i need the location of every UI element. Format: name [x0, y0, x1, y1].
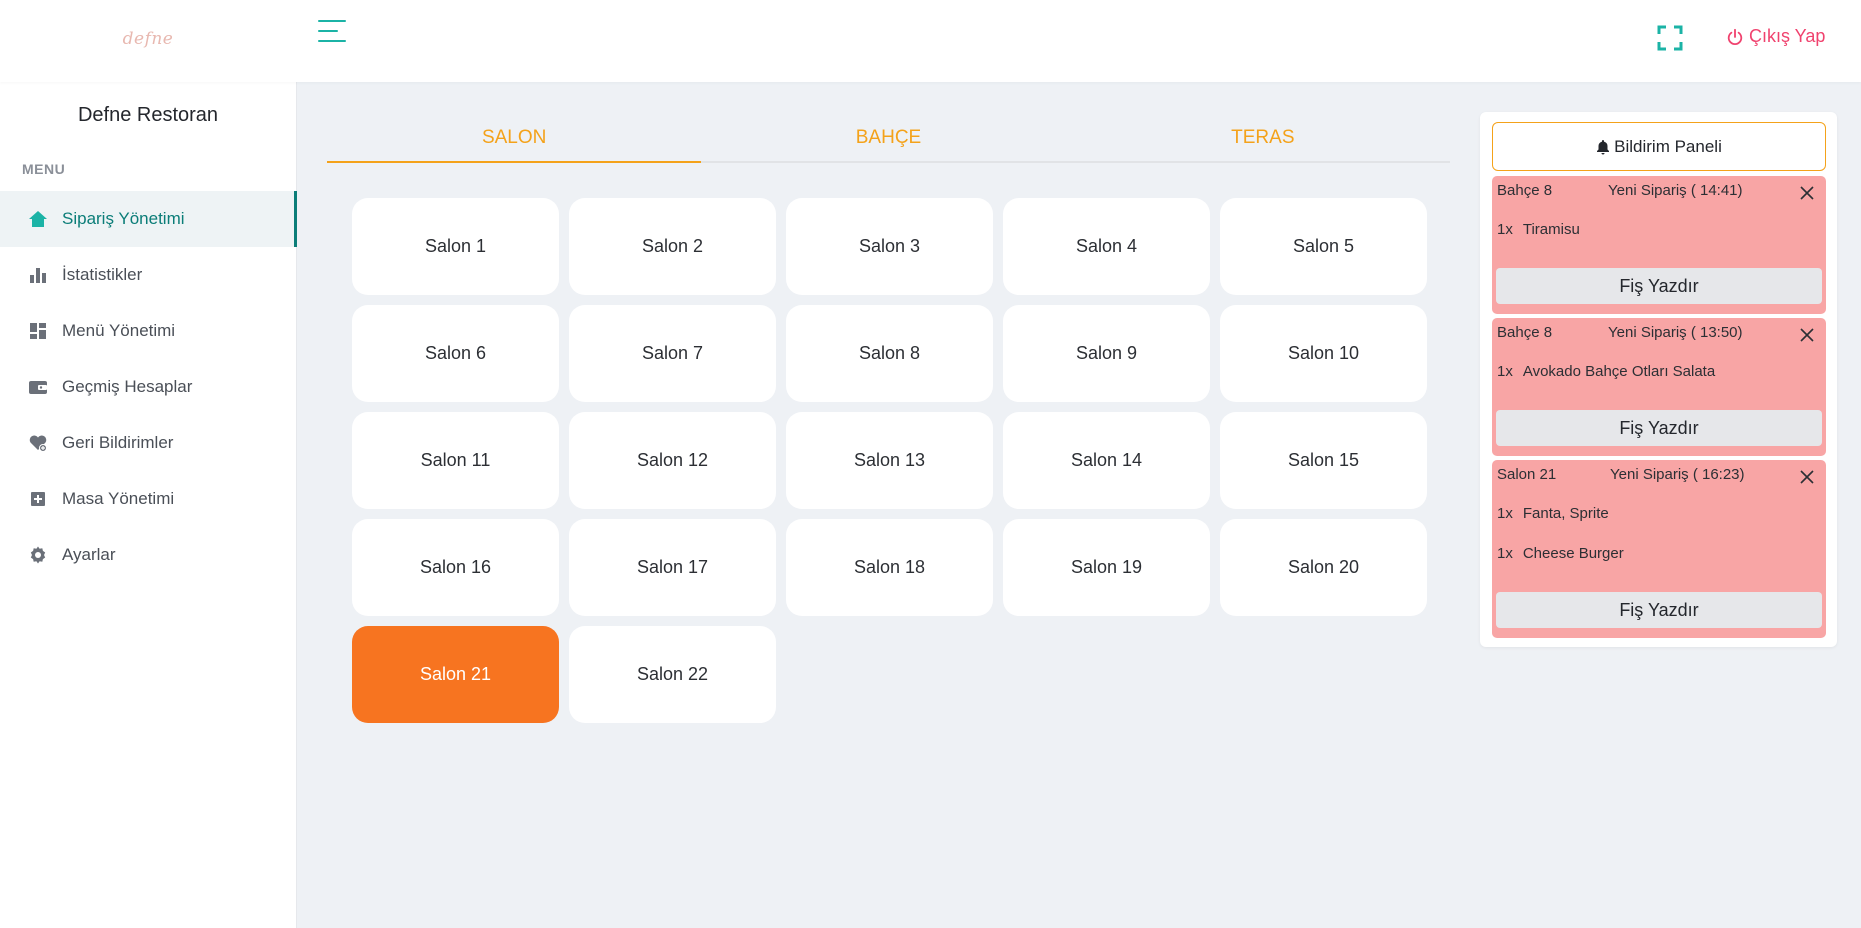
notification-card: Bahçe 8 Yeni Sipariş ( 13:50) 1x Avokado …: [1492, 318, 1826, 456]
wallet-icon: [28, 377, 48, 397]
notification-panel-title: Bildirim Paneli: [1614, 136, 1722, 156]
sidebar-item-menu-management[interactable]: Menü Yönetimi: [0, 303, 296, 359]
table-card[interactable]: Salon 3: [786, 198, 993, 295]
top-bar: defne Çıkış Yap: [0, 0, 1861, 82]
table-card[interactable]: Salon 22: [569, 626, 776, 723]
order-item-qty: 1x: [1497, 545, 1513, 562]
heart-icon: [28, 433, 48, 453]
table-card[interactable]: Salon 2: [569, 198, 776, 295]
plus-square-icon: [28, 489, 48, 509]
print-receipt-button[interactable]: Fiş Yazdır: [1496, 268, 1822, 304]
close-icon[interactable]: [1798, 468, 1816, 486]
notification-status: Yeni Sipariş ( 13:50): [1608, 324, 1743, 341]
sidebar-item-label: Geri Bildirimler: [62, 433, 174, 452]
table-card[interactable]: Salon 4: [1003, 198, 1210, 295]
notification-panel-header[interactable]: Bildirim Paneli: [1492, 122, 1826, 171]
table-card[interactable]: Salon 13: [786, 412, 993, 509]
table-card[interactable]: Salon 15: [1220, 412, 1427, 509]
menu-section-label: MENU: [22, 161, 66, 177]
tab-teras[interactable]: TERAS: [1076, 115, 1450, 161]
table-card[interactable]: Salon 6: [352, 305, 559, 402]
notification-table: Salon 21: [1497, 466, 1557, 483]
order-item-qty: 1x: [1497, 221, 1513, 238]
dashboard-icon: [28, 321, 48, 341]
table-card[interactable]: Salon 11: [352, 412, 559, 509]
sidebar-item-feedback[interactable]: Geri Bildirimler: [0, 415, 296, 471]
sidebar-item-label: Ayarlar: [62, 545, 116, 564]
close-icon[interactable]: [1798, 326, 1816, 344]
sidebar-item-settings[interactable]: Ayarlar: [0, 527, 296, 583]
hamburger-menu-icon[interactable]: [318, 20, 346, 46]
order-item: 1x Tiramisu: [1492, 210, 1826, 250]
table-card[interactable]: Salon 14: [1003, 412, 1210, 509]
table-card[interactable]: Salon 8: [786, 305, 993, 402]
notification-panel: Bildirim Paneli Bahçe 8 Yeni Sipariş ( 1…: [1480, 112, 1837, 647]
gear-icon: [28, 545, 48, 565]
bell-icon: [1597, 139, 1610, 154]
table-card[interactable]: Salon 1: [352, 198, 559, 295]
notification-status: Yeni Sipariş ( 16:23): [1610, 466, 1745, 483]
notification-status: Yeni Sipariş ( 14:41): [1608, 182, 1743, 199]
table-card[interactable]: Salon 12: [569, 412, 776, 509]
home-icon: [28, 209, 48, 229]
notification-table: Bahçe 8: [1497, 182, 1553, 199]
sidebar-item-label: Geçmiş Hesaplar: [62, 377, 193, 396]
table-card[interactable]: Salon 17: [569, 519, 776, 616]
order-item-name: Avokado Bahçe Otları Salata: [1522, 363, 1716, 380]
sidebar-item-label: Masa Yönetimi: [62, 489, 175, 508]
sidebar-item-order-management[interactable]: Sipariş Yönetimi: [0, 191, 297, 247]
sidebar-item-past-accounts[interactable]: Geçmiş Hesaplar: [0, 359, 296, 415]
brand-logo[interactable]: defne: [120, 22, 176, 56]
table-card[interactable]: Salon 7: [569, 305, 776, 402]
table-card[interactable]: Salon 9: [1003, 305, 1210, 402]
tab-salon[interactable]: SALON: [327, 115, 702, 163]
order-item-name: Cheese Burger: [1522, 545, 1624, 562]
order-item: 1x Avokado Bahçe Otları Salata: [1492, 352, 1826, 392]
bar-chart-icon: [28, 265, 48, 285]
sidebar-item-label: İstatistikler: [62, 265, 143, 284]
sidebar-item-statistics[interactable]: İstatistikler: [0, 247, 296, 303]
area-tabs: SALON BAHÇE TERAS: [327, 115, 1450, 163]
sidebar-item-table-management[interactable]: Masa Yönetimi: [0, 471, 296, 527]
table-card[interactable]: Salon 20: [1220, 519, 1427, 616]
close-icon[interactable]: [1798, 184, 1816, 202]
sidebar-item-label: Menü Yönetimi: [62, 321, 176, 340]
table-card[interactable]: Salon 5: [1220, 198, 1427, 295]
order-item: 1x Cheese Burger: [1492, 534, 1826, 574]
print-receipt-button[interactable]: Fiş Yazdır: [1496, 410, 1822, 446]
table-card[interactable]: Salon 21: [352, 626, 559, 723]
power-icon: [1727, 28, 1743, 45]
print-receipt-button[interactable]: Fiş Yazdır: [1496, 592, 1822, 628]
table-card[interactable]: Salon 19: [1003, 519, 1210, 616]
order-item-qty: 1x: [1497, 505, 1513, 522]
logout-label: Çıkış Yap: [1749, 26, 1826, 46]
order-item-name: Tiramisu: [1522, 221, 1580, 238]
notification-card: Bahçe 8 Yeni Sipariş ( 14:41) 1x Tiramisu…: [1492, 176, 1826, 314]
fullscreen-icon[interactable]: [1657, 25, 1683, 51]
order-item-qty: 1x: [1497, 363, 1513, 380]
table-card[interactable]: Salon 18: [786, 519, 993, 616]
logout-button[interactable]: Çıkış Yap: [1726, 26, 1825, 47]
sidebar-nav: Sipariş Yönetimi İstatistikler Menü Yöne…: [0, 191, 297, 583]
notification-table: Bahçe 8: [1497, 324, 1553, 341]
notification-card: Salon 21 Yeni Sipariş ( 16:23) 1x Fanta, …: [1492, 460, 1826, 638]
order-item: 1x Fanta, Sprite: [1492, 494, 1826, 534]
sidebar-item-label: Sipariş Yönetimi: [62, 209, 185, 228]
tables-grid: Salon 1 Salon 2 Salon 3 Salon 4 Salon 5 Salon…: [352, 198, 1430, 723]
sidebar: Defne Restoran MENU Sipariş Yönetimi İst…: [0, 82, 297, 928]
table-card[interactable]: Salon 16: [352, 519, 559, 616]
order-item-name: Fanta, Sprite: [1522, 505, 1609, 522]
table-card[interactable]: Salon 10: [1220, 305, 1427, 402]
restaurant-name: Defne Restoran: [77, 104, 219, 126]
tab-bahce[interactable]: BAHÇE: [701, 115, 1075, 161]
